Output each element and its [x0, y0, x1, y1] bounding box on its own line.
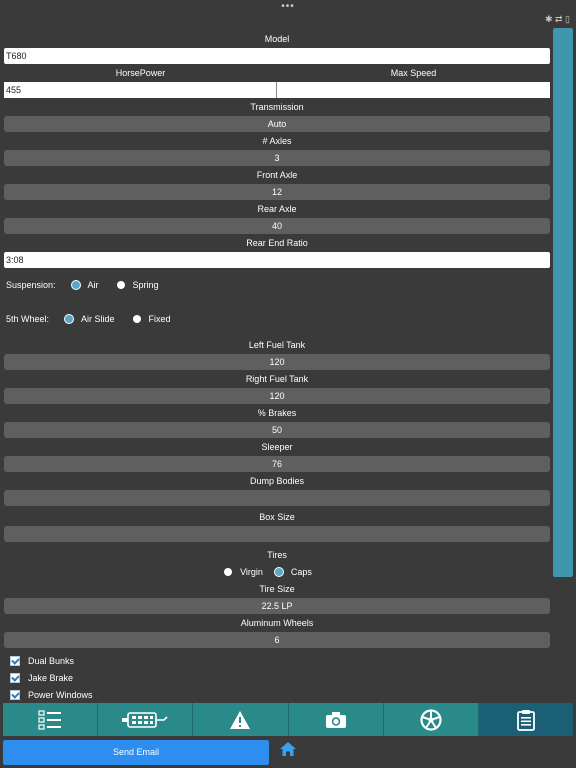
truck-spec-form: Model T680 HorsePower 455 Max Speed Tran… [4, 30, 550, 648]
camera-icon [325, 711, 346, 728]
scrollbar[interactable] [553, 28, 573, 577]
rear-axle-select[interactable]: 40 [4, 218, 550, 234]
power-windows-label: Power Windows [28, 689, 93, 700]
checklist-icon [38, 709, 62, 730]
tire-size-select[interactable]: 22.5 LP [4, 598, 550, 614]
right-fuel-tank-select[interactable]: 120 [4, 388, 550, 404]
tab-camera[interactable] [288, 703, 384, 736]
horsepower-input[interactable]: 455 [4, 82, 277, 98]
suspension-row: Suspension: Air Spring [4, 268, 550, 302]
wheel-icon [420, 708, 442, 731]
dual-bunks-label: Dual Bunks [28, 655, 75, 666]
rear-axle-label: Rear Axle [257, 204, 297, 214]
fifth-wheel-air-slide-radio[interactable] [65, 315, 74, 323]
tab-clipboard[interactable] [478, 703, 574, 736]
transmission-select[interactable]: Auto [4, 116, 550, 132]
dump-bodies-label: Dump Bodies [249, 476, 305, 486]
fifth-wheel-fixed-radio[interactable] [132, 315, 141, 323]
hp-speed-row: HorsePower 455 Max Speed [4, 64, 550, 98]
left-fuel-tank-label: Left Fuel Tank [248, 340, 306, 350]
rear-end-ratio-input[interactable]: 3:08 [4, 252, 550, 268]
left-fuel-tank-select[interactable]: 120 [4, 354, 550, 370]
max-speed-label: Max Speed [390, 68, 437, 78]
axles-select[interactable]: 3 [4, 150, 550, 166]
power-windows-checkbox[interactable] [10, 689, 20, 700]
brakes-label: % Brakes [257, 408, 297, 418]
options-checklist: Dual Bunks Jake Brake Power Windows [10, 652, 93, 703]
max-speed-input[interactable] [277, 82, 550, 98]
tires-label: Tires [267, 550, 287, 560]
jake-brake-checkbox[interactable] [10, 672, 20, 683]
fifth-wheel-label: 5th Wheel: [6, 314, 50, 324]
truck-engine-icon [122, 711, 168, 728]
suspension-air-radio[interactable] [71, 281, 80, 289]
dual-bunks-row[interactable]: Dual Bunks [10, 652, 93, 669]
tires-caps-label: Caps [290, 567, 312, 577]
fifth-wheel-fixed-label: Fixed [148, 314, 171, 324]
tire-size-label: Tire Size [259, 584, 295, 594]
jake-brake-row[interactable]: Jake Brake [10, 669, 93, 686]
model-input[interactable]: T680 [4, 48, 550, 64]
right-fuel-tank-label: Right Fuel Tank [245, 374, 309, 384]
aluminum-wheels-select[interactable]: 6 [4, 632, 550, 648]
aluminum-wheels-label: Aluminum Wheels [240, 618, 314, 628]
multitask-dots[interactable]: ••• [0, 1, 576, 12]
tires-virgin-label: Virgin [240, 567, 263, 577]
tab-warning[interactable] [193, 703, 289, 736]
suspension-air-label: Air [87, 280, 99, 290]
model-label: Model [264, 34, 290, 44]
bottom-tab-bar [3, 703, 574, 736]
suspension-label: Suspension: [6, 280, 56, 290]
status-icons: ✱ ⇄ ▯ [544, 14, 570, 24]
front-axle-select[interactable]: 12 [4, 184, 550, 200]
power-windows-row[interactable]: Power Windows [10, 686, 93, 703]
warning-icon [230, 710, 251, 729]
tires-virgin-radio[interactable] [224, 568, 233, 576]
tab-engine[interactable] [98, 703, 194, 736]
tires-radio-group: Virgin Caps [4, 564, 550, 580]
brakes-select[interactable]: 50 [4, 422, 550, 438]
jake-brake-label: Jake Brake [28, 672, 74, 683]
home-icon[interactable] [280, 742, 296, 758]
tires-caps-radio[interactable] [274, 568, 283, 576]
sleeper-label: Sleeper [261, 442, 293, 452]
clipboard-icon [517, 709, 535, 731]
sleeper-select[interactable]: 76 [4, 456, 550, 472]
send-email-button[interactable]: Send Email [3, 740, 269, 765]
box-size-select[interactable] [4, 526, 550, 542]
tab-wheel[interactable] [383, 703, 479, 736]
front-axle-label: Front Axle [256, 170, 298, 180]
box-size-label: Box Size [259, 512, 295, 522]
suspension-spring-label: Spring [132, 280, 159, 290]
rear-end-ratio-label: Rear End Ratio [246, 238, 308, 248]
tab-checklist[interactable] [3, 703, 99, 736]
transmission-label: Transmission [250, 102, 304, 112]
fifth-wheel-air-slide-label: Air Slide [81, 314, 115, 324]
axles-label: # Axles [262, 136, 292, 146]
dual-bunks-checkbox[interactable] [10, 655, 20, 666]
horsepower-label: HorsePower [115, 68, 166, 78]
suspension-spring-radio[interactable] [116, 281, 125, 289]
dump-bodies-select[interactable] [4, 490, 550, 506]
fifth-wheel-row: 5th Wheel: Air Slide Fixed [4, 302, 550, 336]
